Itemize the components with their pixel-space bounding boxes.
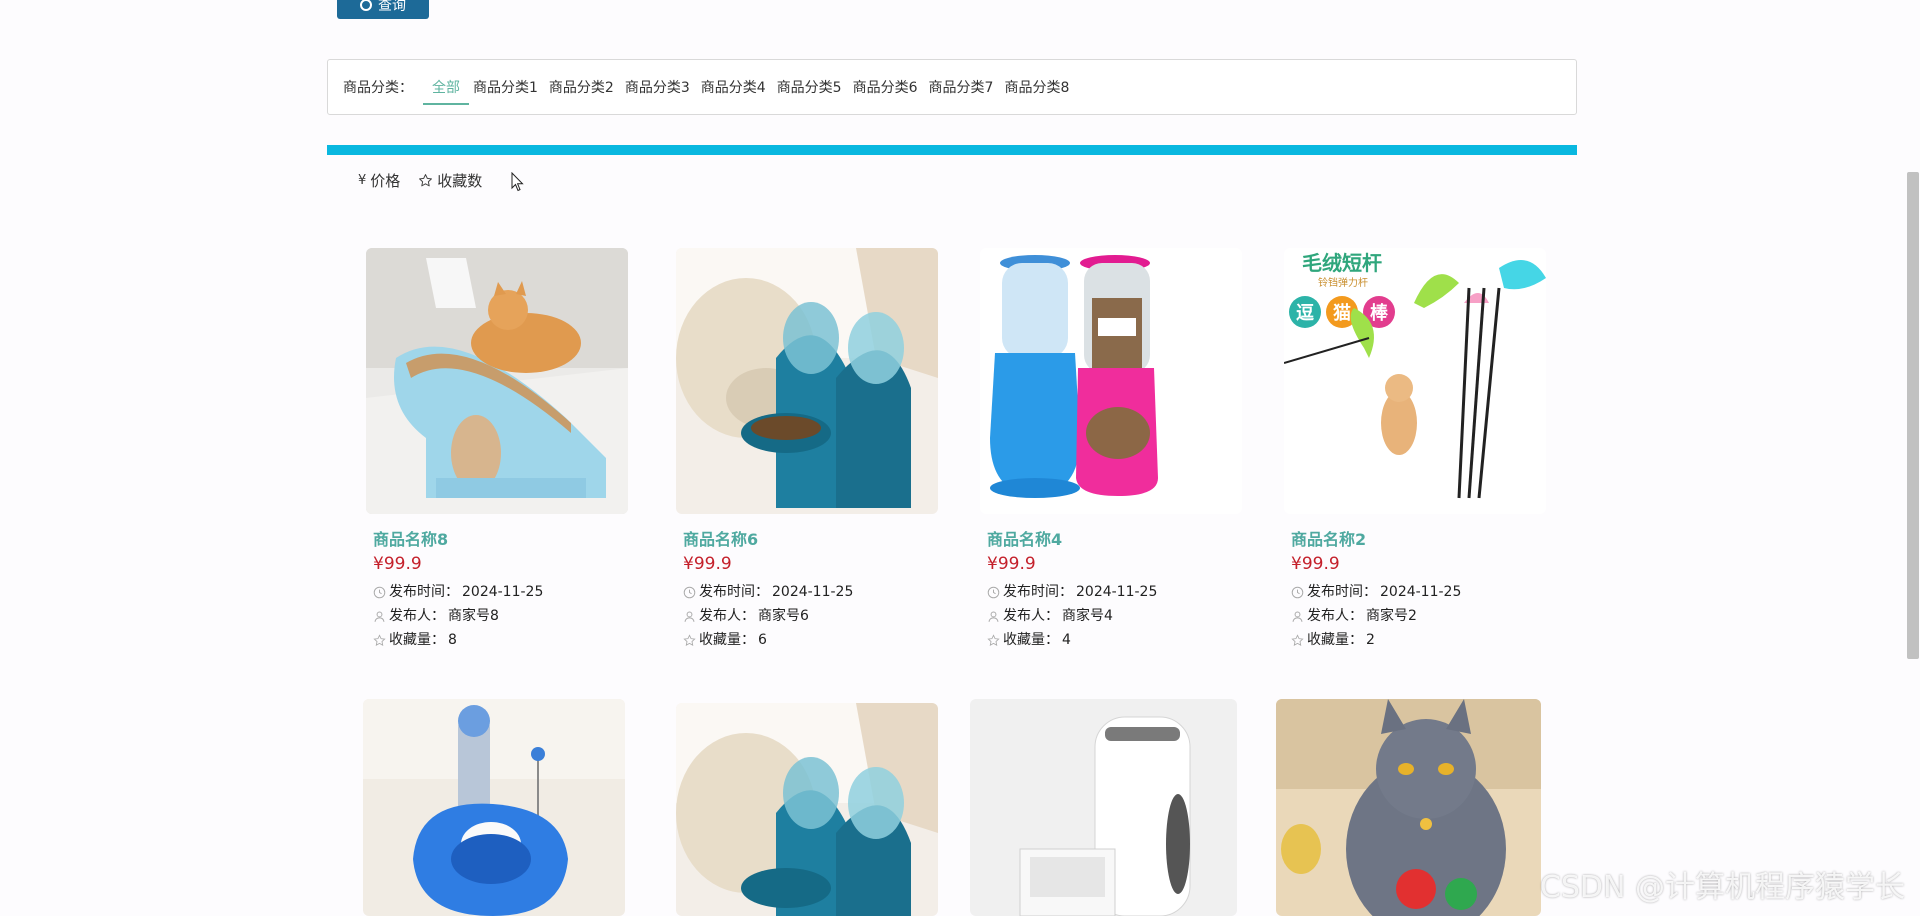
user-icon (684, 611, 695, 622)
favorites-label: 收藏量： (1003, 632, 1059, 648)
star-icon (1291, 633, 1304, 646)
product-price: ¥99.9 (987, 554, 1036, 574)
toy-char-2: 猫 (1333, 302, 1351, 324)
clock-icon (1291, 586, 1304, 598)
product-price: ¥99.9 (1291, 554, 1340, 574)
product-name[interactable]: 商品名称2 (1291, 526, 1551, 550)
product-card[interactable]: 商品名称6 ¥99.9 发布时间： 2024-11-25 发布人： 商家号6 收藏量… (676, 248, 943, 652)
favorites-value: 4 (1062, 632, 1071, 648)
product-name[interactable]: 商品名称8 (373, 526, 633, 550)
publish-time-label: 发布时间： (1307, 584, 1377, 600)
star-icon (987, 633, 1000, 646)
publish-time-row: 发布时间： 2024-11-25 (373, 580, 633, 604)
product-image[interactable] (676, 703, 938, 916)
toy-title-text: 毛绒短杆 (1302, 251, 1382, 275)
toy-char-3: 棒 (1370, 302, 1389, 324)
product-card[interactable]: 毛绒短杆 铃铛弹力杆 逗 猫 棒 商品名称2 ¥99.9 发布时间： 2024-… (1284, 248, 1551, 652)
publisher-label: 发布人： (389, 608, 445, 624)
publish-time-value: 2024-11-25 (462, 584, 544, 600)
publish-time-value: 2024-11-25 (772, 584, 854, 600)
publisher-value: 商家号4 (1062, 608, 1113, 624)
favorites-value: 2 (1366, 632, 1375, 648)
product-image[interactable] (970, 699, 1237, 916)
user-icon (374, 611, 385, 622)
favorites-label: 收藏量： (699, 632, 755, 648)
product-card[interactable]: 商品名称4 ¥99.9 发布时间： 2024-11-25 发布人： 商家号4 收藏量… (980, 248, 1247, 652)
publisher-label: 发布人： (1003, 608, 1059, 624)
clock-icon (987, 586, 1000, 598)
favorites-row: 收藏量： 2 (1291, 628, 1551, 652)
publisher-row: 发布人： 商家号8 (373, 604, 633, 628)
scrollbar[interactable] (1906, 0, 1920, 916)
publisher-label: 发布人： (699, 608, 755, 624)
product-price: ¥99.9 (373, 554, 422, 574)
scrollbar-thumb[interactable] (1907, 172, 1919, 659)
product-image[interactable] (1276, 699, 1541, 916)
publisher-value: 商家号6 (758, 608, 809, 624)
favorites-label: 收藏量： (1307, 632, 1363, 648)
toy-subtitle-text: 铃铛弹力杆 (1318, 276, 1368, 289)
favorites-row: 收藏量： 8 (373, 628, 633, 652)
publisher-row: 发布人： 商家号2 (1291, 604, 1551, 628)
publish-time-label: 发布时间： (699, 584, 769, 600)
clock-icon (683, 586, 696, 598)
publish-time-row: 发布时间： 2024-11-25 (1291, 580, 1551, 604)
product-image[interactable]: 毛绒短杆 铃铛弹力杆 逗 猫 棒 (1284, 248, 1546, 514)
publisher-value: 商家号2 (1366, 608, 1417, 624)
publish-time-label: 发布时间： (389, 584, 459, 600)
product-name[interactable]: 商品名称4 (987, 526, 1247, 550)
favorites-row: 收藏量： 4 (987, 628, 1247, 652)
product-grid: 商品名称8 ¥99.9 发布时间： 2024-11-25 发布人： 商家号8 收藏量… (0, 0, 1920, 916)
favorites-label: 收藏量： (389, 632, 445, 648)
product-name[interactable]: 商品名称6 (683, 526, 943, 550)
user-icon (1292, 611, 1303, 622)
product-image[interactable] (366, 248, 628, 514)
clock-icon (373, 586, 386, 598)
publish-time-label: 发布时间： (1003, 584, 1073, 600)
star-icon (373, 633, 386, 646)
product-price: ¥99.9 (683, 554, 732, 574)
publish-time-row: 发布时间： 2024-11-25 (987, 580, 1247, 604)
product-card[interactable] (1276, 699, 1543, 916)
publisher-value: 商家号8 (448, 608, 499, 624)
watermark-text: CSDN @计算机程序猿学长 (1539, 870, 1905, 905)
publish-time-row: 发布时间： 2024-11-25 (683, 580, 943, 604)
publisher-row: 发布人： 商家号6 (683, 604, 943, 628)
product-card[interactable] (363, 699, 630, 916)
product-card[interactable]: 商品名称8 ¥99.9 发布时间： 2024-11-25 发布人： 商家号8 收藏量… (366, 248, 633, 652)
publisher-row: 发布人： 商家号4 (987, 604, 1247, 628)
product-image[interactable] (980, 248, 1242, 514)
product-card[interactable] (676, 703, 943, 916)
toy-char-1: 逗 (1296, 303, 1314, 324)
publish-time-value: 2024-11-25 (1076, 584, 1158, 600)
product-image[interactable] (676, 248, 938, 514)
star-icon (683, 633, 696, 646)
user-icon (988, 611, 999, 622)
publisher-label: 发布人： (1307, 608, 1363, 624)
publish-time-value: 2024-11-25 (1380, 584, 1462, 600)
favorites-value: 8 (448, 632, 457, 648)
product-image[interactable] (363, 699, 625, 916)
favorites-row: 收藏量： 6 (683, 628, 943, 652)
product-card[interactable] (970, 699, 1237, 916)
favorites-value: 6 (758, 632, 767, 648)
